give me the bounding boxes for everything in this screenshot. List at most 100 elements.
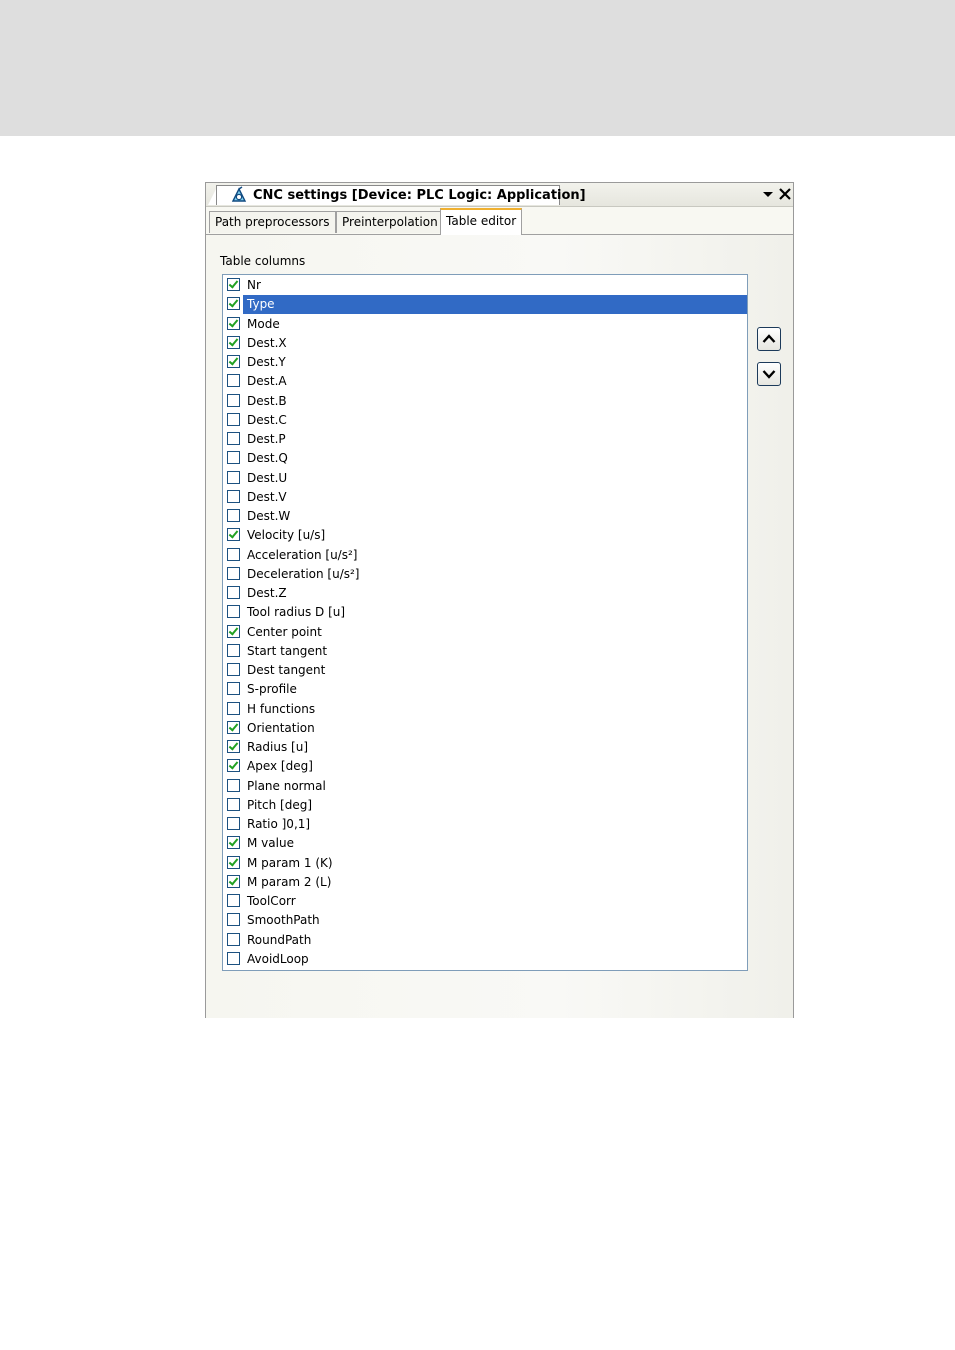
list-item[interactable]: M param 2 (L) (225, 873, 745, 892)
list-item[interactable]: Dest.W (225, 507, 745, 526)
list-item[interactable]: Center point (225, 623, 745, 642)
list-item[interactable]: Dest.X (225, 334, 745, 353)
column-checkbox[interactable] (227, 297, 240, 311)
column-checkbox[interactable] (227, 470, 240, 484)
close-icon[interactable] (777, 186, 793, 202)
column-checkbox[interactable] (227, 566, 240, 580)
list-item[interactable]: Radius [u] (225, 738, 745, 757)
column-checkbox[interactable] (227, 451, 240, 465)
column-checkbox[interactable] (227, 682, 240, 696)
column-checkbox[interactable] (227, 778, 240, 792)
column-checkbox[interactable] (227, 547, 240, 561)
column-checkbox[interactable] (227, 951, 240, 965)
list-item[interactable]: Pitch [deg] (225, 796, 745, 815)
move-up-button[interactable] (757, 327, 781, 351)
list-item[interactable]: AvoidLoop (225, 950, 745, 969)
column-checkbox[interactable] (227, 278, 240, 291)
column-label: Dest.C (247, 412, 287, 427)
list-item[interactable]: Deceleration [u/s²] (225, 565, 745, 584)
column-checkbox[interactable] (227, 913, 240, 927)
column-checkbox[interactable] (227, 932, 240, 946)
column-checkbox[interactable] (227, 509, 240, 522)
column-checkbox[interactable] (227, 393, 240, 407)
list-item[interactable]: Apex [deg] (225, 757, 745, 776)
column-label: Dest.X (247, 335, 287, 350)
column-label: Apex [deg] (247, 759, 313, 774)
column-checkbox[interactable] (227, 335, 240, 349)
column-label: Radius [u] (247, 740, 309, 754)
column-checkbox[interactable] (227, 643, 240, 657)
column-checkbox[interactable] (227, 874, 240, 888)
column-checkbox[interactable] (227, 316, 240, 330)
column-label: Pitch [deg] (247, 797, 313, 812)
list-item[interactable]: RoundPath (225, 931, 745, 950)
column-label: Dest.Q (247, 451, 288, 466)
column-checkbox[interactable] (227, 412, 240, 426)
list-item[interactable]: Type (225, 295, 747, 315)
list-item[interactable]: Nr (225, 276, 745, 295)
list-item[interactable]: Dest.U (225, 469, 745, 488)
column-checkbox[interactable] (227, 355, 240, 368)
column-label: Mode (247, 316, 280, 331)
list-item[interactable]: S-profile (225, 680, 745, 699)
list-item[interactable]: Start tangent (225, 642, 745, 661)
list-item[interactable]: Dest.V (225, 488, 745, 507)
column-checkbox[interactable] (227, 701, 240, 715)
column-checkbox[interactable] (227, 528, 240, 542)
column-checkbox[interactable] (227, 894, 240, 907)
column-checkbox[interactable] (227, 624, 240, 638)
column-label: Dest.U (247, 470, 288, 485)
column-checkbox[interactable] (227, 432, 240, 445)
tab-label: Table editor (446, 214, 517, 228)
column-checkbox[interactable] (227, 663, 240, 676)
column-label: Type (247, 297, 275, 312)
column-checkbox[interactable] (227, 797, 240, 811)
column-label: Dest.P (247, 432, 286, 446)
list-item[interactable]: Velocity [u/s] (225, 526, 745, 545)
move-down-button[interactable] (757, 362, 781, 386)
column-checkbox[interactable] (227, 586, 240, 599)
tab-path-preprocessors[interactable]: Path preprocessors (209, 211, 336, 233)
list-item[interactable]: Mode (225, 315, 745, 334)
list-item[interactable]: H functions (225, 700, 745, 719)
column-label: Ratio ]0,1] (247, 817, 311, 831)
chevron-up-icon (762, 334, 776, 343)
column-label: SmoothPath (247, 913, 320, 928)
list-item[interactable]: M param 1 (K) (225, 854, 745, 873)
table-editor-panel: Table columns Nr Type Mode Dest.X Dest.Y Dest… (206, 234, 793, 1018)
column-checkbox[interactable] (227, 489, 240, 503)
column-label: Dest tangent (247, 663, 326, 677)
list-item[interactable]: Dest.P (225, 430, 745, 449)
column-label: Dest.W (247, 509, 291, 523)
column-checkbox[interactable] (227, 374, 240, 388)
column-checkbox[interactable] (227, 605, 240, 619)
tab-table-editor[interactable]: Table editor (440, 208, 523, 235)
column-checkbox[interactable] (227, 855, 240, 869)
list-item[interactable]: Ratio ]0,1] (225, 815, 745, 834)
column-checkbox[interactable] (227, 759, 240, 773)
column-label: Start tangent (247, 643, 328, 658)
list-item[interactable]: Dest.Q (225, 449, 745, 468)
tab-preinterpolation[interactable]: Preinterpolation (336, 211, 444, 233)
column-checkbox[interactable] (227, 720, 240, 734)
list-item[interactable]: Plane normal (225, 777, 745, 796)
list-item[interactable]: Tool radius D [u] (225, 603, 745, 622)
list-item[interactable]: Dest.B (225, 392, 745, 411)
list-item[interactable]: Dest.C (225, 411, 745, 430)
list-item[interactable]: M value (225, 834, 745, 853)
list-item[interactable]: Dest.Y (225, 353, 745, 372)
list-item[interactable]: SmoothPath (225, 911, 745, 930)
column-checkbox[interactable] (227, 836, 240, 850)
list-item[interactable]: Dest.A (225, 372, 745, 391)
table-columns-list[interactable]: Nr Type Mode Dest.X Dest.Y Dest.A Dest.B Dest.C… (222, 274, 748, 971)
list-item[interactable]: Dest tangent (225, 661, 745, 680)
list-item[interactable]: Orientation (225, 719, 745, 738)
column-checkbox[interactable] (227, 740, 240, 753)
column-checkbox[interactable] (227, 817, 240, 830)
column-label: Acceleration [u/s²] (247, 547, 358, 562)
list-item[interactable]: Dest.Z (225, 584, 745, 603)
list-item[interactable]: ToolCorr (225, 892, 745, 911)
document-tab[interactable]: CNC settings [Device: PLC Logic: Applica… (216, 185, 586, 205)
list-item[interactable]: Acceleration [u/s²] (225, 546, 745, 565)
triangle-down-icon[interactable] (760, 186, 776, 202)
